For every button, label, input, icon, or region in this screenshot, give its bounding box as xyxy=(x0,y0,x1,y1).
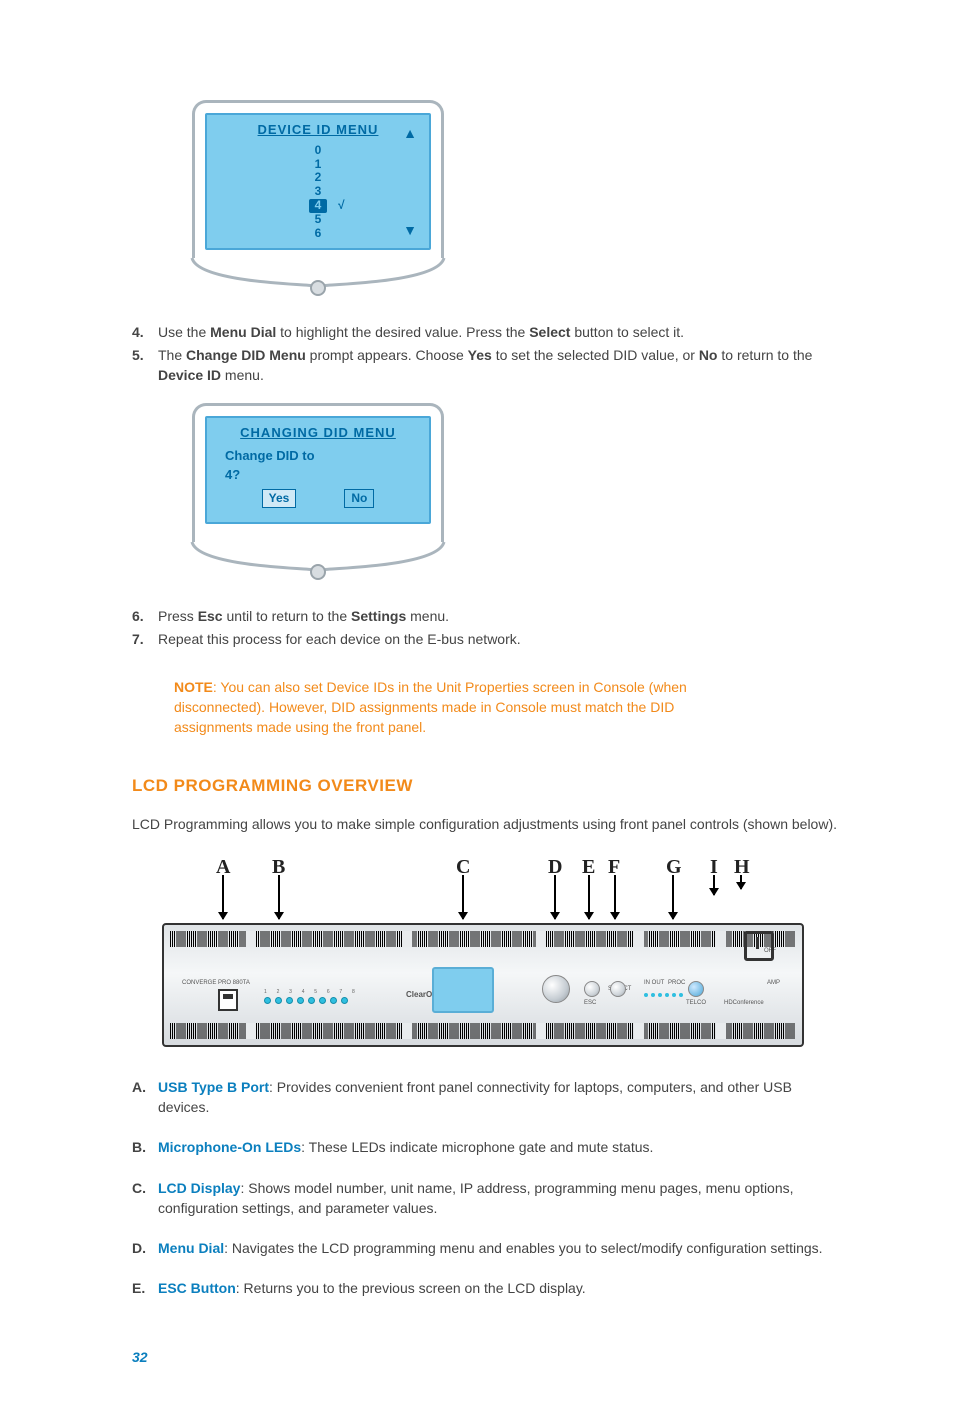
device-id-list: 0 1 2 3 4√ 5 6 xyxy=(217,144,419,241)
step-6: 6. Press Esc until to return to the Sett… xyxy=(132,606,838,626)
lcd-base xyxy=(192,258,444,302)
note-text: : You can also set Device IDs in the Uni… xyxy=(174,679,687,736)
steps-6-7: 6. Press Esc until to return to the Sett… xyxy=(132,606,838,649)
def-E: E.ESC Button: Returns you to the previou… xyxy=(132,1278,838,1298)
step-4: 4. Use the Menu Dial to highlight the de… xyxy=(132,322,838,342)
def-A: A.USB Type B Port: Provides convenient f… xyxy=(132,1077,838,1118)
front-panel-figure: A B C D E F G I H xyxy=(162,853,804,1047)
changing-did-lcd: CHANGING DID MENU Change DID to 4? Yes N… xyxy=(192,403,444,542)
hd-label: HDConference xyxy=(724,999,764,1008)
lcd2-line1: Change DID to xyxy=(225,447,411,466)
amp-label: AMP xyxy=(767,979,780,988)
proc-label: PROC xyxy=(668,979,685,988)
section-heading: LCD PROGRAMMING OVERVIEW xyxy=(132,774,838,799)
steps-4-5: 4. Use the Menu Dial to highlight the de… xyxy=(132,322,838,385)
meter-leds xyxy=(644,993,683,997)
select-button[interactable] xyxy=(610,981,626,997)
lcd-title: DEVICE ID MENU xyxy=(217,121,419,140)
section-intro: LCD Programming allows you to make simpl… xyxy=(132,814,838,834)
note-block: NOTE: You can also set Device IDs in the… xyxy=(174,677,734,738)
no-button[interactable]: No xyxy=(344,489,374,508)
device-id-lcd: DEVICE ID MENU ▲ ▼ 0 1 2 3 4√ 5 6 xyxy=(192,100,444,258)
up-arrow-icon: ▲ xyxy=(403,123,417,143)
lcd2-line2: 4? xyxy=(225,466,411,485)
panel-converge-label: CONVERGE PRO 880TA xyxy=(182,979,250,988)
menu-dial[interactable] xyxy=(542,975,570,1003)
telco-label: TELCO xyxy=(686,999,706,1008)
definitions-list: A.USB Type B Port: Provides convenient f… xyxy=(132,1077,838,1299)
lcd2-title: CHANGING DID MENU xyxy=(217,424,419,443)
usb-port-icon[interactable] xyxy=(218,989,238,1011)
lcd-display-icon xyxy=(432,967,494,1013)
step-7: 7. Repeat this process for each device o… xyxy=(132,629,838,649)
inout-label: IN OUT xyxy=(644,979,664,988)
esc-button[interactable] xyxy=(584,981,600,997)
def-C: C.LCD Display: Shows model number, unit … xyxy=(132,1178,838,1219)
led-numbers: 1 2 3 4 5 6 7 8 xyxy=(264,989,359,996)
yes-button[interactable]: Yes xyxy=(262,489,297,508)
lcd2-base xyxy=(192,542,444,586)
amp-switch[interactable] xyxy=(744,931,774,961)
check-icon: √ xyxy=(338,199,345,213)
esc-label: ESC xyxy=(584,999,596,1008)
def-D: D.Menu Dial: Navigates the LCD programmi… xyxy=(132,1238,838,1258)
microphone-leds xyxy=(264,997,348,1004)
def-B: B.Microphone-On LEDs: These LEDs indicat… xyxy=(132,1137,838,1157)
step-5: 5. The Change DID Menu prompt appears. C… xyxy=(132,345,838,386)
note-label: NOTE xyxy=(174,679,213,695)
page-number: 32 xyxy=(132,1347,838,1367)
telco-led xyxy=(688,981,704,997)
front-panel: CONVERGE PRO 880TA 1 2 3 4 5 6 7 8 Clear… xyxy=(162,923,804,1047)
